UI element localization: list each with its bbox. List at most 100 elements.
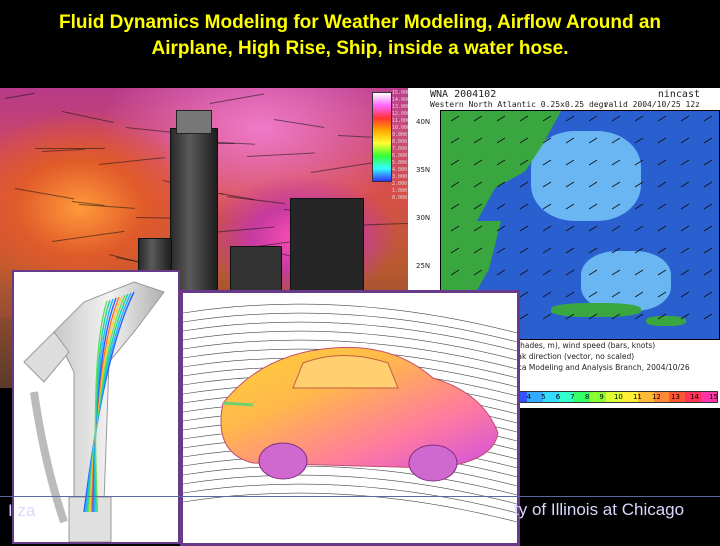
legend-tick: 8.000 [392,139,408,145]
wind-barb [680,203,690,210]
wind-barb [519,181,529,188]
wind-barb [519,159,529,166]
streamline [35,148,105,149]
colorbar-value: 10 [613,393,623,401]
legend-tick: 10.000 [392,125,410,131]
legend-tick: 9.000 [392,132,408,138]
wind-barb [657,247,667,254]
wind-barb [657,159,667,166]
wind-barb [542,247,552,254]
wind-barb [680,181,690,188]
wind-barb [519,203,529,210]
wind-barb [588,159,598,166]
colorbar-value: 13 [670,393,680,401]
wind-barb [588,137,598,144]
wind-barb [450,225,460,232]
wind-barb [634,115,644,122]
colorbar-value: 12 [651,393,661,401]
car-streamline [183,312,517,343]
colorbar-value: 15 [709,393,718,401]
wind-barb [565,225,575,232]
legend-tick: 15.000 [392,90,410,96]
map-valid-time: valid 2004/10/25 12z [603,100,700,109]
legend-tick: 13.000 [392,104,410,110]
caption-line-3: erica Modeling and Analysis Branch, 2004… [508,363,690,372]
wind-barb [542,181,552,188]
streamline [209,93,265,104]
wind-barb [611,137,621,144]
wind-barb [634,313,644,320]
wind-barb [680,115,690,122]
streamline [98,157,165,165]
wind-barb [680,291,690,298]
wind-barb [703,203,713,210]
wind-barb [634,159,644,166]
legend-tick: 0.000 [392,195,408,201]
map-run-id: WNA 2004102 [430,89,497,100]
wind-barb [588,313,598,320]
streamline [14,188,75,200]
wind-barb [565,115,575,122]
wind-barb [657,203,667,210]
wind-barb [542,313,552,320]
streamline [125,127,175,134]
streamline [310,161,375,173]
wind-barb [680,137,690,144]
wind-barb [473,269,483,276]
wind-barb [634,203,644,210]
wind-barb [450,137,460,144]
wind-barb [450,269,460,276]
wind-barb [588,181,598,188]
wind-barb [565,313,575,320]
wind-barb [703,225,713,232]
map-run-type: nincast [657,89,700,100]
car-streamline [183,303,517,334]
tower-roof [176,110,212,134]
footer-left-text: I za [8,501,36,520]
wind-barb [473,159,483,166]
map-region: Western North Atlantic 0.25x0.25 degr [430,100,609,109]
caption-line-2: peak direction (vector, no scaled) [508,352,635,361]
wind-barb [588,269,598,276]
colorbar-value: 7 [570,393,575,401]
wind-barb [680,225,690,232]
wind-barb [473,137,483,144]
wind-barb [496,137,506,144]
streamline [61,111,114,124]
legend-tick: 3.000 [392,174,408,180]
wind-barb [565,181,575,188]
wind-barb [496,181,506,188]
wind-barb [519,137,529,144]
legend-tick: 2.000 [392,181,408,187]
footer-institution: ty of Illinois at Chicago [514,500,685,519]
colorbar-values: 3456789101112131415 [512,393,718,401]
wind-barb [450,203,460,210]
legend-tick: 7.000 [392,146,408,152]
wind-barb [519,269,529,276]
car-streamline [183,465,517,496]
wind-barb [496,247,506,254]
title-line-2: Airplane, High Rise, Ship, inside a wate… [151,38,569,59]
wind-barb [588,115,598,122]
wind-barb [634,225,644,232]
legend-tick: 11.000 [392,118,410,124]
wind-barb [519,225,529,232]
latitude-tick: 35N [416,166,431,174]
wind-barb [588,291,598,298]
latitude-tick: 25N [416,262,431,270]
wind-barb [703,313,713,320]
wind-barb [657,225,667,232]
legend-tick: 5.000 [392,160,408,166]
wind-barb [542,225,552,232]
title-line-1: Fluid Dynamics Modeling for Weather Mode… [58,12,662,33]
legend-tick: 4.000 [392,167,408,173]
wind-barb [496,203,506,210]
wind-barb [473,203,483,210]
wind-barb [519,115,529,122]
wind-barb [542,269,552,276]
slide-title: Fluid Dynamics Modeling for Weather Mode… [0,10,720,62]
velocity-legend-bar [372,92,392,182]
wind-barb [634,137,644,144]
legend-tick: 1.000 [392,188,408,194]
wind-barb [611,159,621,166]
